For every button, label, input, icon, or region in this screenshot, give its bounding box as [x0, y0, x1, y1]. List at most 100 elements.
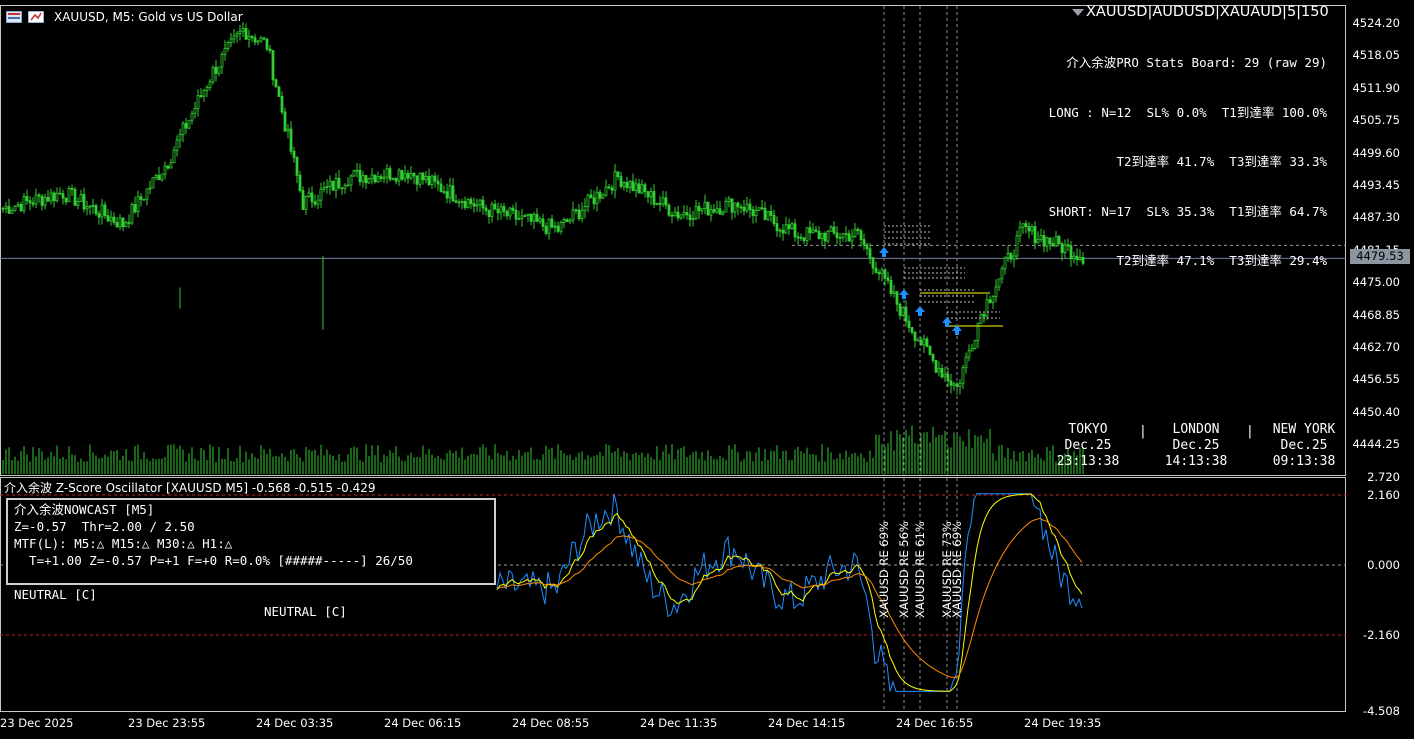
- candle: [829, 225, 833, 232]
- candle: [475, 198, 479, 212]
- candle: [688, 207, 692, 227]
- chart-window[interactable]: XAUUSD, M5: Gold vs US Dollar XAUUSD|AUD…: [0, 0, 1414, 735]
- candle: [631, 173, 635, 192]
- candle: [469, 196, 473, 209]
- nowcast-mtf: MTF(L): M5:△ M15:△ M30:△ H1:△: [14, 536, 233, 551]
- candle: [148, 180, 152, 195]
- candle: [517, 210, 521, 220]
- candle: [178, 128, 182, 149]
- candle: [751, 206, 755, 224]
- candle: [88, 205, 92, 215]
- candle: [85, 200, 89, 216]
- candle: [832, 221, 836, 236]
- candle: [370, 168, 374, 185]
- candle: [394, 177, 398, 185]
- candle: [61, 189, 65, 205]
- candle: [640, 179, 644, 195]
- candle: [313, 194, 317, 208]
- candle: [460, 198, 464, 210]
- candle: [367, 177, 371, 184]
- candle: [16, 201, 20, 208]
- candle: [877, 269, 881, 281]
- candle: [718, 201, 722, 215]
- candle: [97, 210, 101, 225]
- chart-menu-icon[interactable]: [5, 10, 23, 24]
- candle: [508, 206, 512, 221]
- candle: [379, 174, 383, 183]
- candle: [172, 146, 176, 164]
- candle: [799, 233, 803, 241]
- candle: [7, 198, 11, 215]
- candle: [664, 191, 668, 210]
- candle: [211, 65, 215, 85]
- chart-title: XAUUSD, M5: Gold vs US Dollar: [54, 10, 243, 24]
- candle: [31, 197, 35, 208]
- candle: [757, 207, 761, 211]
- time-axis-label: 24 Dec 14:15: [768, 716, 846, 730]
- candle: [100, 199, 104, 225]
- session-tokyo: TOKYO Dec.25 23:13:38: [1056, 422, 1120, 469]
- candle: [850, 229, 854, 249]
- candle: [973, 339, 977, 350]
- candle: [673, 207, 677, 217]
- candle: [814, 225, 818, 233]
- candle: [259, 35, 263, 44]
- candle: [733, 202, 737, 218]
- candle: [295, 156, 299, 184]
- candle: [73, 186, 77, 206]
- candle: [232, 29, 236, 44]
- price-axis-label: 4456.55: [1352, 372, 1400, 387]
- candle: [886, 271, 890, 284]
- candle: [607, 183, 611, 190]
- candle: [679, 214, 683, 221]
- candle: [940, 364, 944, 379]
- candle: [532, 212, 536, 230]
- trade-icon[interactable]: [27, 10, 45, 24]
- candle: [1042, 230, 1046, 253]
- osc-slow-line: [496, 517, 1083, 678]
- candle: [214, 59, 218, 82]
- signal-marker-label: XAUUSD RE 61%: [913, 521, 927, 618]
- candle: [562, 217, 566, 228]
- candle: [391, 177, 395, 181]
- candle: [739, 203, 743, 214]
- signal-marker-label: XAUUSD RE 69%: [877, 521, 891, 618]
- candle: [328, 175, 332, 195]
- candle: [685, 205, 689, 220]
- candle: [922, 334, 926, 354]
- chart-title-bar: XAUUSD, M5: Gold vs US Dollar: [5, 8, 243, 26]
- candle: [661, 190, 665, 208]
- candle: [340, 187, 344, 195]
- candle: [700, 208, 704, 215]
- candle: [772, 209, 776, 227]
- candle: [286, 123, 290, 139]
- candle: [25, 189, 29, 205]
- candle: [808, 220, 812, 241]
- candle: [262, 36, 266, 41]
- candle: [403, 165, 407, 183]
- candle: [64, 197, 68, 206]
- candle: [811, 223, 815, 234]
- candle: [964, 352, 968, 374]
- candle: [499, 203, 503, 220]
- candle: [589, 189, 593, 199]
- candle: [526, 213, 530, 223]
- candle: [559, 220, 563, 235]
- candle: [775, 216, 779, 237]
- candle: [79, 189, 83, 202]
- candle: [43, 193, 47, 210]
- candle: [424, 170, 428, 184]
- collapse-triangle-icon[interactable]: [1072, 8, 1084, 16]
- candle: [628, 179, 632, 194]
- candle: [136, 190, 140, 218]
- candle: [928, 345, 932, 356]
- candle: [979, 313, 983, 325]
- candle: [577, 203, 581, 221]
- candle: [271, 49, 275, 86]
- candle: [754, 205, 758, 223]
- signal-arrow-icon: [915, 306, 925, 316]
- candle: [289, 121, 293, 155]
- candle: [244, 23, 248, 40]
- candle: [190, 110, 194, 125]
- candle: [316, 194, 320, 210]
